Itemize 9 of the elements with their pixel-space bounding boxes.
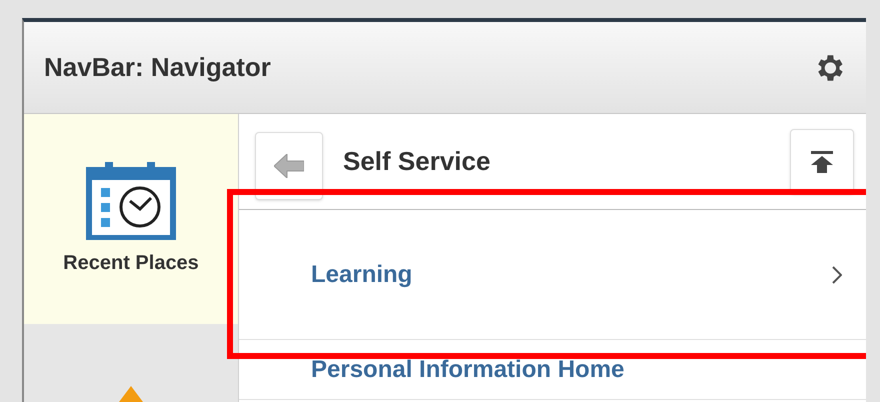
- window-title: NavBar: Navigator: [44, 51, 271, 84]
- sidebar-item[interactable]: Recent Places: [24, 114, 238, 324]
- calendar-clock-icon: [85, 160, 177, 240]
- left-arrow-icon: [274, 154, 304, 178]
- menu-item[interactable]: Personal Information Home: [239, 340, 866, 400]
- arrow-to-top-icon: [811, 150, 833, 172]
- back-button[interactable]: [255, 132, 323, 200]
- menu-item[interactable]: Learning: [239, 210, 866, 340]
- panel-title: Self Service: [343, 145, 492, 178]
